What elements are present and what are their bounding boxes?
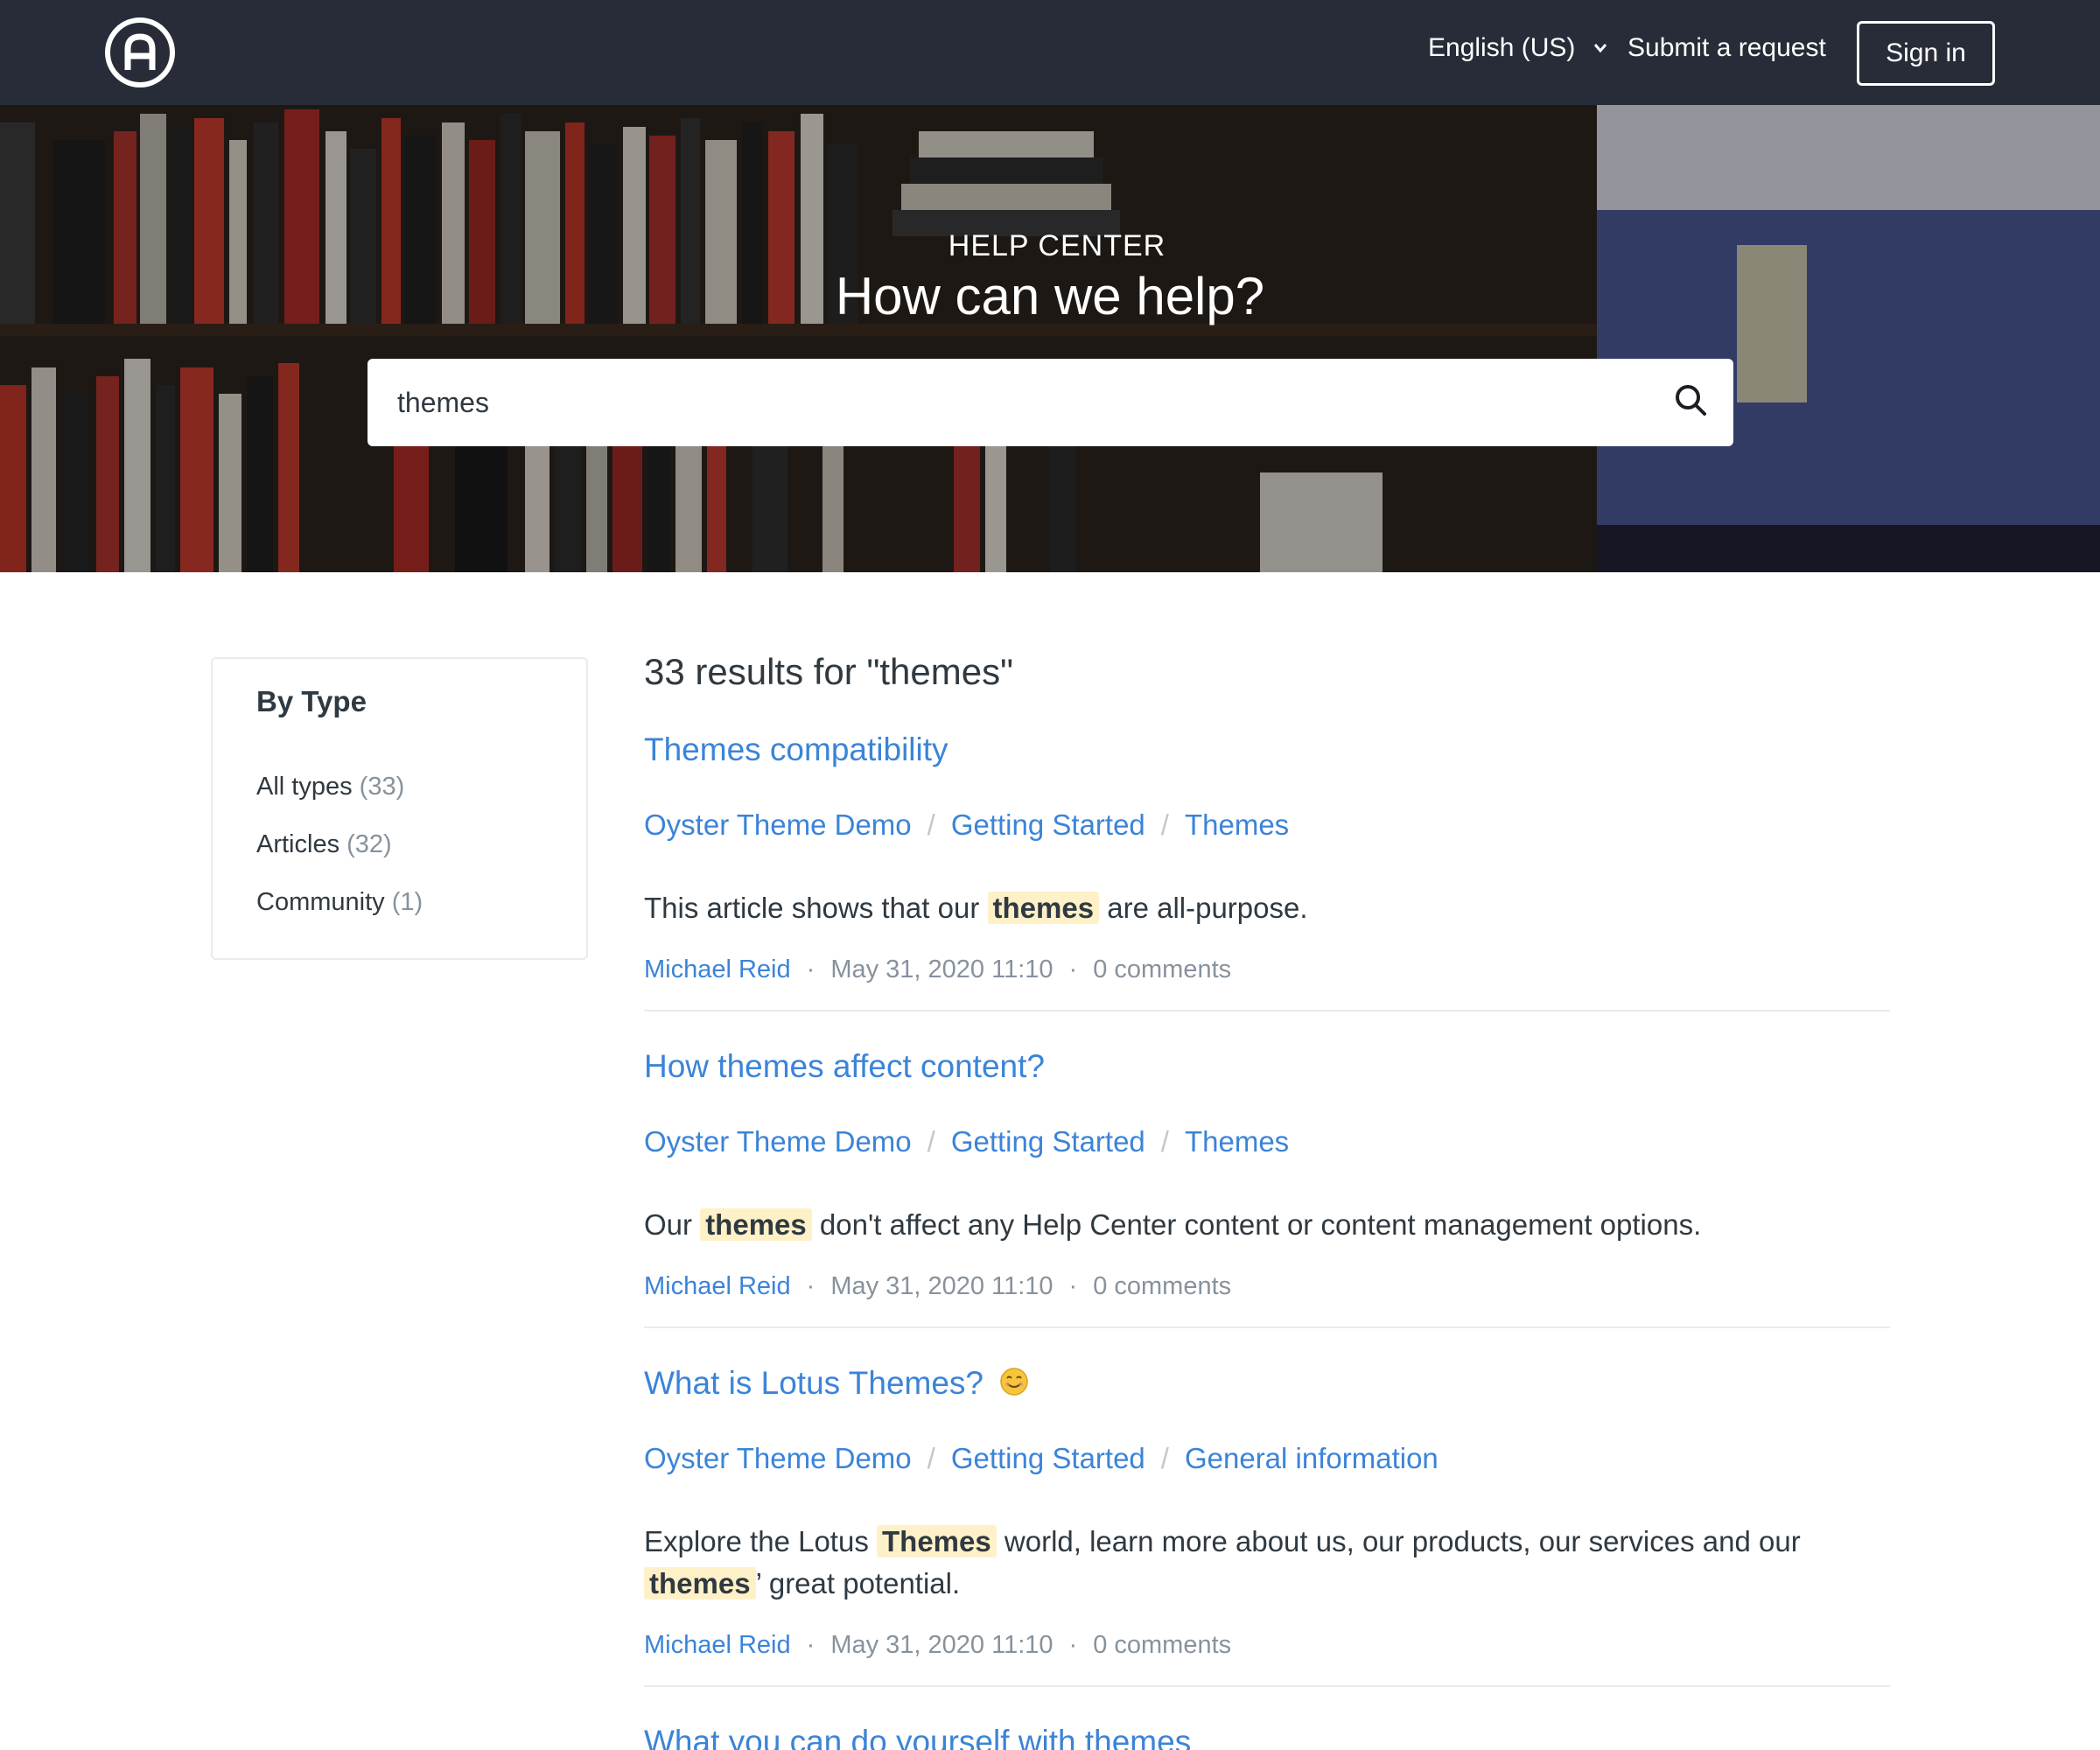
breadcrumb-separator: / — [927, 808, 935, 841]
result-snippet: This article shows that our themes are a… — [644, 887, 1890, 929]
result-snippet: Our themes don't affect any Help Center … — [644, 1204, 1890, 1246]
breadcrumb: Oyster Theme Demo / Getting Started / Themes — [644, 808, 1289, 842]
filter-by-type-panel: By Type All types (33) Articles (32) Com… — [211, 657, 588, 960]
filter-community[interactable]: Community (1) — [256, 888, 423, 917]
search-highlight: Themes — [877, 1525, 997, 1558]
search-result: Themes compatibility Oyster Theme Demo / G… — [644, 732, 1890, 1012]
author-link[interactable]: Michael Reid — [644, 1272, 791, 1300]
search-result: What is Lotus Themes? Oyster Theme Demo /… — [644, 1365, 1890, 1687]
chevron-down-icon — [1594, 44, 1607, 53]
result-meta: Michael Reid · May 31, 2020 11:10 · 0 commen… — [644, 1272, 1231, 1301]
result-divider — [644, 1010, 1890, 1012]
search-highlight: themes — [644, 1567, 756, 1600]
language-label: English (US) — [1428, 33, 1576, 62]
filter-articles[interactable]: Articles (32) — [256, 830, 392, 859]
breadcrumb-separator: / — [927, 1442, 935, 1474]
breadcrumb-separator: / — [1160, 808, 1169, 841]
letter-a-circle-logo[interactable] — [105, 18, 175, 88]
language-selector[interactable]: English (US) — [1428, 33, 1608, 63]
breadcrumb-link[interactable]: Oyster Theme Demo — [644, 1442, 912, 1474]
meta-separator: · — [1068, 956, 1078, 984]
result-divider — [644, 1685, 1890, 1687]
breadcrumb-link[interactable]: Getting Started — [951, 1125, 1145, 1158]
meta-separator: · — [806, 1631, 816, 1659]
breadcrumb-link[interactable]: Oyster Theme Demo — [644, 808, 912, 841]
result-title-text: What is Lotus Themes? — [644, 1365, 984, 1401]
breadcrumb: Oyster Theme Demo / Getting Started / Themes — [644, 1125, 1289, 1158]
sign-in-button[interactable]: Sign in — [1857, 21, 1995, 86]
hero-kicker: HELP CENTER — [948, 229, 1166, 262]
breadcrumb-separator: / — [1160, 1125, 1169, 1158]
snippet-text: world, learn more about us, our products… — [1004, 1525, 1801, 1558]
meta-separator: · — [1068, 1631, 1078, 1659]
search-highlight: themes — [700, 1208, 812, 1241]
breadcrumb-link[interactable]: Themes — [1185, 808, 1289, 841]
breadcrumb-link[interactable]: Getting Started — [951, 1442, 1145, 1474]
result-date: May 31, 2020 11:10 — [830, 956, 1054, 984]
snippet-text: ’ great potential. — [755, 1567, 961, 1600]
search-input[interactable] — [397, 359, 1622, 446]
filter-count: (1) — [391, 888, 424, 916]
result-divider — [644, 1326, 1890, 1328]
breadcrumb-link[interactable]: General information — [1185, 1442, 1438, 1474]
comment-count: 0 comments — [1093, 1631, 1232, 1659]
search-highlight: themes — [987, 892, 1100, 924]
result-title-link[interactable]: How themes affect content? — [644, 1048, 1045, 1085]
letter-a-icon — [124, 33, 156, 70]
breadcrumb-link[interactable]: Themes — [1185, 1125, 1289, 1158]
meta-separator: · — [1068, 1272, 1078, 1300]
result-title-link[interactable]: Themes compatibility — [644, 732, 948, 768]
filter-label: All types — [256, 773, 353, 801]
breadcrumb-link[interactable]: Getting Started — [951, 808, 1145, 841]
search-result: What you can do yourself with themes — [644, 1724, 1890, 1750]
submit-request-link[interactable]: Submit a request — [1628, 33, 1826, 63]
meta-separator: · — [806, 956, 816, 984]
filter-title: By Type — [256, 685, 367, 718]
filter-count: (32) — [346, 830, 392, 858]
snippet-text: don't affect any Help Center content or … — [819, 1208, 1702, 1241]
filter-label: Articles — [256, 830, 340, 858]
result-title-link[interactable]: What is Lotus Themes? — [644, 1365, 1029, 1402]
result-snippet: Explore the Lotus Themes world, learn mo… — [644, 1521, 1890, 1605]
breadcrumb-separator: / — [927, 1125, 935, 1158]
author-link[interactable]: Michael Reid — [644, 956, 791, 984]
result-date: May 31, 2020 11:10 — [830, 1631, 1054, 1659]
breadcrumb-link[interactable]: Oyster Theme Demo — [644, 1125, 912, 1158]
breadcrumb: Oyster Theme Demo / Getting Started / Genera… — [644, 1442, 1438, 1475]
breadcrumb-separator: / — [1160, 1442, 1169, 1474]
search-box — [368, 359, 1733, 446]
result-date: May 31, 2020 11:10 — [830, 1272, 1054, 1300]
meta-separator: · — [806, 1272, 816, 1300]
snippet-text: are all-purpose. — [1107, 892, 1308, 924]
snippet-text: This article shows that our — [644, 892, 980, 924]
hero-overlay — [0, 105, 2100, 572]
search-icon[interactable] — [1673, 382, 1708, 417]
comment-count: 0 comments — [1093, 956, 1232, 984]
result-meta: Michael Reid · May 31, 2020 11:10 · 0 commen… — [644, 1631, 1231, 1660]
hero-banner: HELP CENTER How can we help? — [0, 105, 2100, 572]
hero-title: How can we help? — [835, 267, 1265, 326]
comment-count: 0 comments — [1093, 1272, 1232, 1300]
snippet-text: Explore the Lotus — [644, 1525, 869, 1558]
result-title-link[interactable]: What you can do yourself with themes — [644, 1724, 1191, 1750]
results-heading: 33 results for "themes" — [644, 651, 1013, 692]
search-result: How themes affect content? Oyster Theme … — [644, 1048, 1890, 1328]
filter-label: Community — [256, 888, 385, 916]
filter-all-types[interactable]: All types (33) — [256, 773, 404, 802]
snippet-text: Our — [644, 1208, 693, 1241]
filter-count: (33) — [359, 773, 405, 801]
top-navigation-bar: English (US) Submit a request Sign in — [0, 0, 2100, 105]
result-meta: Michael Reid · May 31, 2020 11:10 · 0 commen… — [644, 956, 1231, 984]
smiling-face-emoji-icon — [1000, 1368, 1029, 1396]
author-link[interactable]: Michael Reid — [644, 1631, 791, 1659]
